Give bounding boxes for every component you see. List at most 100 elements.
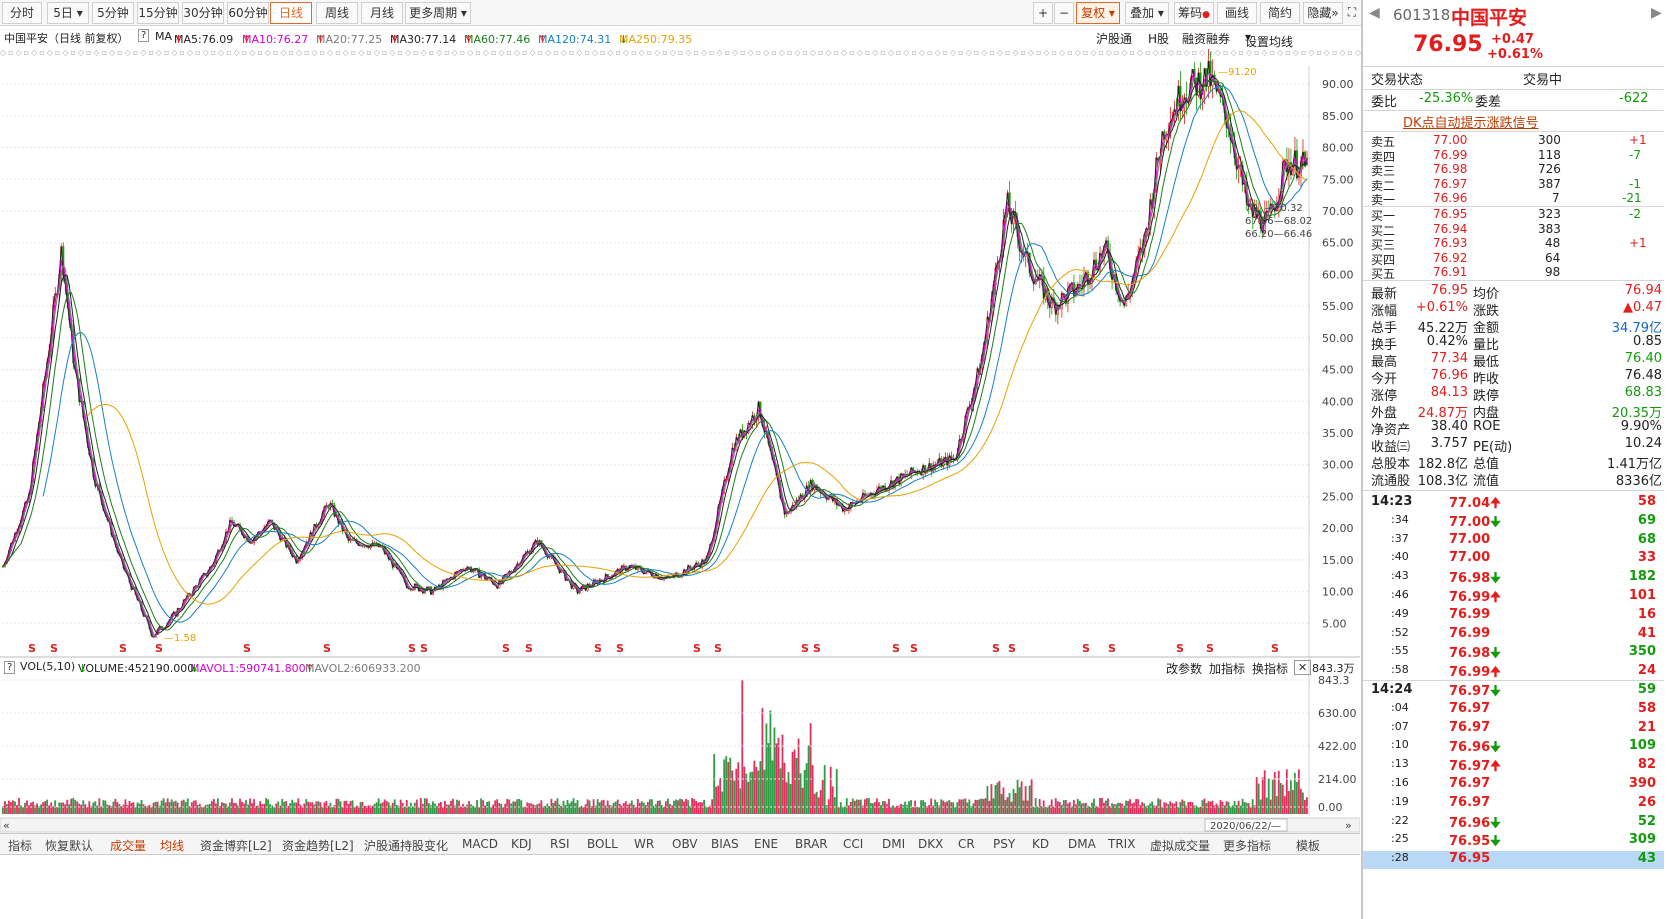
indicator-tab[interactable]: 更多指标 (1223, 837, 1271, 854)
indicator-tab[interactable]: 均线 (160, 837, 184, 854)
volume-bar (1295, 781, 1298, 814)
volume-bar (1251, 799, 1254, 814)
indicator-tab[interactable]: 资金博弈[L2] (200, 837, 272, 854)
indicator-tab[interactable]: WR (634, 837, 654, 851)
level-price: 76.98 (1433, 162, 1468, 176)
volume-bar (96, 805, 99, 814)
volume-bar (78, 803, 81, 814)
indicator-tab[interactable]: DMI (882, 837, 905, 851)
volume-bar (448, 804, 450, 814)
indicator-tab[interactable]: MACD (462, 837, 498, 851)
volume-bar (275, 803, 278, 814)
stat-value: 8336亿 (1615, 474, 1662, 489)
change-params-button[interactable]: 改参数 (1166, 660, 1202, 677)
tick-volume: 16 (1637, 606, 1656, 622)
tick-row: :25 76.95🠋 309 (1363, 832, 1664, 850)
s-marker: S (801, 642, 809, 655)
volume-bar (12, 800, 14, 814)
indicator-tab[interactable]: 恢复默认 (45, 837, 93, 854)
tick-row: :43 76.98🠋 182 (1363, 569, 1664, 587)
volume-bar (807, 745, 810, 814)
indicator-tab[interactable]: PSY (993, 837, 1015, 851)
volume-bar (1014, 793, 1017, 814)
scroll-right-icon[interactable]: » (1345, 819, 1352, 832)
next-stock-icon[interactable]: ▶ (1651, 5, 1662, 21)
indicator-tab[interactable]: CR (958, 837, 975, 851)
stat-value: 9.90% (1620, 419, 1662, 434)
scroll-left-icon[interactable]: « (3, 819, 10, 832)
volume-bar (1084, 802, 1087, 814)
dk-signal-link[interactable]: DK点自动提示涨跌信号 (1403, 112, 1539, 131)
volume-bar (867, 797, 870, 814)
indicator-tab[interactable]: 沪股通持股变化 (364, 837, 448, 854)
volume-bar (699, 802, 702, 814)
indicator-tab[interactable]: OBV (672, 837, 698, 851)
kline-chart[interactable]: 90.00 85.00 80.00 75.00 70.00 65.00 60.00 55.00… (0, 0, 1360, 858)
volume-bar (1179, 801, 1182, 814)
volume-bar (980, 798, 983, 814)
volume-bar (341, 806, 344, 814)
volume-bar (1076, 798, 1079, 814)
volume-bar (751, 771, 754, 814)
volume-bar (484, 805, 487, 814)
volume-bar (359, 802, 362, 814)
level-price: 76.92 (1433, 250, 1468, 265)
add-indicator-button[interactable]: 加指标 (1209, 660, 1245, 677)
close-icon[interactable]: ✕ (1294, 660, 1312, 675)
volume-bar (1097, 806, 1099, 814)
arrow-up-icon: ↑ (305, 662, 315, 675)
indicator-tab[interactable]: TRIX (1108, 837, 1135, 851)
time-scrollbar[interactable] (0, 817, 1360, 833)
indicator-tab[interactable]: BRAR (795, 837, 828, 851)
volume-bar (1291, 790, 1294, 814)
indicator-tab[interactable]: ENE (754, 837, 778, 851)
stats-row: 涨幅 +0.61% 涨跌 ▲0.47 (1363, 300, 1664, 319)
indicator-tab[interactable]: CCI (843, 837, 863, 851)
volume-bar (771, 760, 774, 814)
tick-price: 76.99 (1449, 606, 1491, 622)
switch-indicator-button[interactable]: 换指标 (1252, 660, 1288, 677)
indicator-tab[interactable]: DMA (1068, 837, 1096, 851)
volume-bar (184, 802, 187, 814)
volume-bar (950, 802, 953, 814)
indicator-tab[interactable]: 虚拟成交量 (1150, 837, 1210, 854)
volume-bar (277, 801, 280, 814)
candlesticks (2, 48, 1308, 638)
tick-time: :34 (1391, 512, 1409, 526)
indicator-tab[interactable]: KD (1032, 837, 1049, 851)
arrow-up-icon: 🠉 (1490, 759, 1501, 775)
tick-volume: 43 (1637, 851, 1656, 867)
vol-help-icon[interactable]: ? (4, 661, 16, 674)
indicator-tab[interactable]: 模板 (1296, 837, 1320, 854)
indicator-tab[interactable]: 资金趋势[L2] (282, 837, 354, 854)
indicator-tab[interactable]: BOLL (587, 837, 618, 851)
volume-bar (1209, 801, 1212, 814)
volume-bar (845, 798, 848, 814)
volume-bar (906, 804, 908, 814)
volume-bar (425, 798, 428, 814)
volume-bar (1191, 802, 1194, 814)
weibi-row: 委比 -25.36% 委差 -622 (1363, 91, 1664, 110)
indicator-tab[interactable]: RSI (550, 837, 570, 851)
volume-bar (791, 751, 794, 814)
volume-bar (196, 804, 199, 814)
volume-bar (1068, 802, 1071, 814)
indicator-tab[interactable]: 指标 (8, 837, 32, 854)
indicator-tab[interactable]: BIAS (711, 837, 739, 851)
volume-bar (303, 803, 306, 814)
indicator-tab[interactable]: KDJ (511, 837, 532, 851)
volume-bar (546, 803, 549, 814)
volume-bar (472, 805, 474, 814)
volume-bar (221, 802, 223, 814)
volume-bar (1141, 802, 1144, 814)
volume-bar (640, 801, 643, 814)
volume-bar (1255, 777, 1258, 814)
volume-bar (329, 802, 332, 814)
stock-name: 中国平安 (1451, 7, 1528, 29)
volume-bar (669, 804, 671, 814)
volume-bar (624, 801, 627, 814)
prev-stock-icon[interactable]: ◀ (1369, 5, 1380, 21)
indicator-tab[interactable]: DKX (918, 837, 943, 851)
volume-bar (92, 802, 95, 814)
indicator-tab[interactable]: 成交量 (110, 837, 146, 854)
